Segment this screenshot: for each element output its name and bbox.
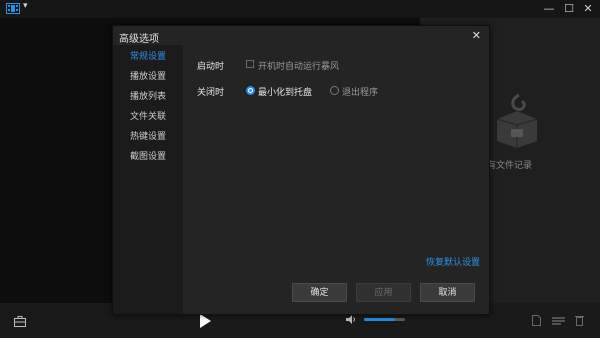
cancel-button[interactable]: 取消	[420, 283, 475, 302]
autostart-checkbox[interactable]	[246, 60, 254, 68]
trash-icon[interactable]	[575, 315, 584, 326]
restore-defaults-link[interactable]: 恢复默认设置	[426, 255, 480, 268]
dialog-title: 高级选项	[119, 34, 159, 45]
playlist-icon[interactable]	[552, 317, 565, 325]
toolbox-icon[interactable]	[14, 316, 26, 327]
maximize-button[interactable]: ☐	[561, 1, 577, 17]
nav-item-general[interactable]: 常规设置	[113, 47, 183, 67]
minimize-to-tray-label[interactable]: 最小化到托盘	[258, 85, 312, 98]
nav-item-hotkeys[interactable]: 热键设置	[113, 127, 183, 147]
startup-label: 启动时	[197, 62, 225, 72]
volume-level	[364, 318, 395, 321]
nav-item-screenshot[interactable]: 截图设置	[113, 147, 183, 167]
exit-program-radio[interactable]	[330, 86, 339, 95]
empty-box-icon	[496, 93, 538, 148]
minimize-button[interactable]: —	[541, 1, 557, 17]
autostart-option-label[interactable]: 开机时自动运行暴风	[258, 59, 339, 72]
nav-item-playback[interactable]: 播放设置	[113, 67, 183, 87]
file-icon[interactable]	[532, 315, 541, 326]
settings-nav: 常规设置 播放设置 播放列表 文件关联 热键设置 截图设置	[113, 45, 183, 314]
volume-icon[interactable]	[346, 315, 356, 324]
film-logo-icon[interactable]	[6, 3, 20, 14]
exit-program-label[interactable]: 退出程序	[342, 85, 378, 98]
close-window-button[interactable]: ✕	[580, 1, 596, 17]
nav-item-file-association[interactable]: 文件关联	[113, 107, 183, 127]
nav-item-playlist[interactable]: 播放列表	[113, 87, 183, 107]
menu-caret-icon[interactable]: ▾	[23, 1, 28, 11]
ok-button[interactable]: 确定	[292, 283, 347, 302]
minimize-to-tray-radio[interactable]	[246, 86, 255, 95]
empty-history-text: 有文件记录	[487, 161, 533, 171]
play-icon[interactable]	[199, 314, 211, 328]
dialog-close-button[interactable]: ✕	[472, 29, 481, 42]
apply-button[interactable]: 应用	[356, 283, 411, 302]
on-close-label: 关闭时	[197, 88, 225, 98]
title-bar: ▾ — ☐ ✕	[0, 0, 600, 18]
